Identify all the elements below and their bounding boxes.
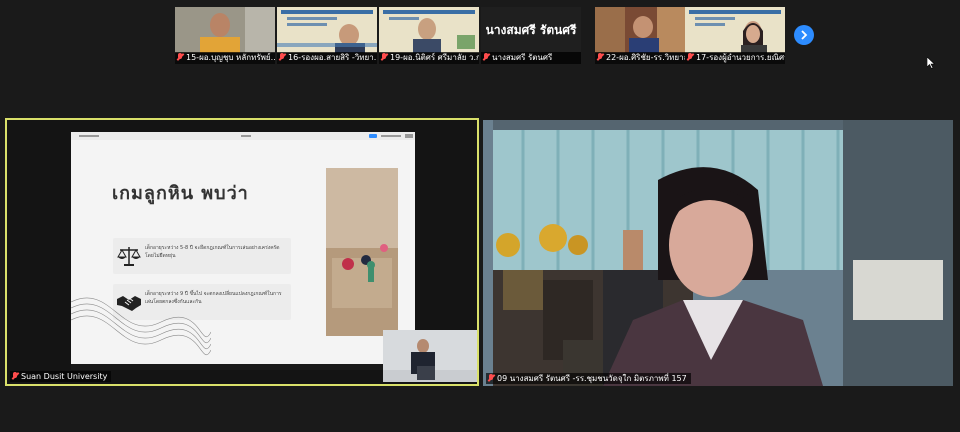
scales-icon [117,247,141,266]
muted-mic-icon [279,53,285,61]
participant-name: นางสมศรี รัตนศรี [492,53,553,62]
muted-mic-icon [177,53,183,61]
participant-name: 22-ผอ.ศิริชัย-รร.วิทยาลัย... [606,53,695,62]
presenter-inset-video[interactable] [383,330,477,382]
participant-thumb-5[interactable]: 22-ผอ.ศิริชัย-รร.วิทยาลัย... [595,7,695,64]
tablet-status-bar [71,132,415,140]
muted-mic-icon [597,53,603,61]
slide-item-card: เด็กอายุระหว่าง 5-8 ปี จะยึดกฎเกณฑ์ในการ… [113,238,291,274]
muted-mic-icon [381,53,387,61]
tile-name-text: 09 นางสมศรี รัตนศรี -รร.ชุมชนวัดจุใก มิต… [497,374,687,383]
decorative-wave-lines [71,297,211,356]
chevron-right-icon [801,30,808,40]
board-game-image [326,168,398,336]
participant-thumb-4[interactable]: นางสมศรี รัตนศรี นางสมศรี รัตนศรี [481,7,581,64]
participant-name: 15-ผอ.บุญชุบ หลักทรัพย์... [186,53,275,62]
muted-mic-icon [483,53,489,61]
mic-icon [12,372,18,380]
participant-video [685,7,785,53]
participant-main-video [483,120,953,386]
participant-video [595,7,695,53]
muted-mic-icon [687,53,693,61]
tile-name-text: Suan Dusit University [21,372,108,381]
slide-title: เกมลูกหิน พบว่า [112,183,249,204]
status-icons [79,134,413,138]
participant-thumb-6[interactable]: 17-รองผู้อำนวยการ.ยณิศร์... [685,7,785,64]
presenter-video [383,330,477,382]
board-game-photo [326,168,398,336]
muted-mic-icon [488,374,494,382]
participant-display-name: นางสมศรี รัตนศรี [481,7,581,53]
participant-video [175,7,275,53]
participant-name: 19-ผอ.นิติศร์ ศรีมาลัย ว.ก... [390,53,479,62]
participant-thumb-1[interactable]: 15-ผอ.บุญชุบ หลักทรัพย์... [175,7,275,64]
slide-bottom-bar [71,364,415,370]
next-page-button[interactable] [794,25,814,45]
tile-name-label: 09 นางสมศรี รัตนศรี -รร.ชุมชนวัดจุใก มิต… [486,373,691,384]
participant-video [277,7,377,53]
slide-item-text: เด็กอายุระหว่าง 5-8 ปี จะยึดกฎเกณฑ์ในการ… [145,245,280,259]
participant-thumb-2[interactable]: 16-รองผอ.สายสิริ -วิทยา... [277,7,377,64]
presentation-slide: เกมลูกหิน พบว่า เด็กอายุระหว่าง 5-8 ปี จ… [71,132,415,370]
mouse-cursor-icon [927,57,935,69]
participant-name: 17-รองผู้อำนวยการ.ยณิศร์... [696,53,785,62]
participant-name: 16-รองผอ.สายสิริ -วิทยา... [288,53,377,62]
shared-screen-tile[interactable]: เกมลูกหิน พบว่า เด็กอายุระหว่าง 5-8 ปี จ… [5,118,479,386]
tile-name-label: Suan Dusit University [10,371,112,382]
participant-thumb-3[interactable]: 19-ผอ.นิติศร์ ศรีมาลัย ว.ก... [379,7,479,64]
participant-video [379,7,479,53]
participant-video-tile[interactable]: 09 นางสมศรี รัตนศรี -รร.ชุมชนวัดจุใก มิต… [483,120,953,386]
